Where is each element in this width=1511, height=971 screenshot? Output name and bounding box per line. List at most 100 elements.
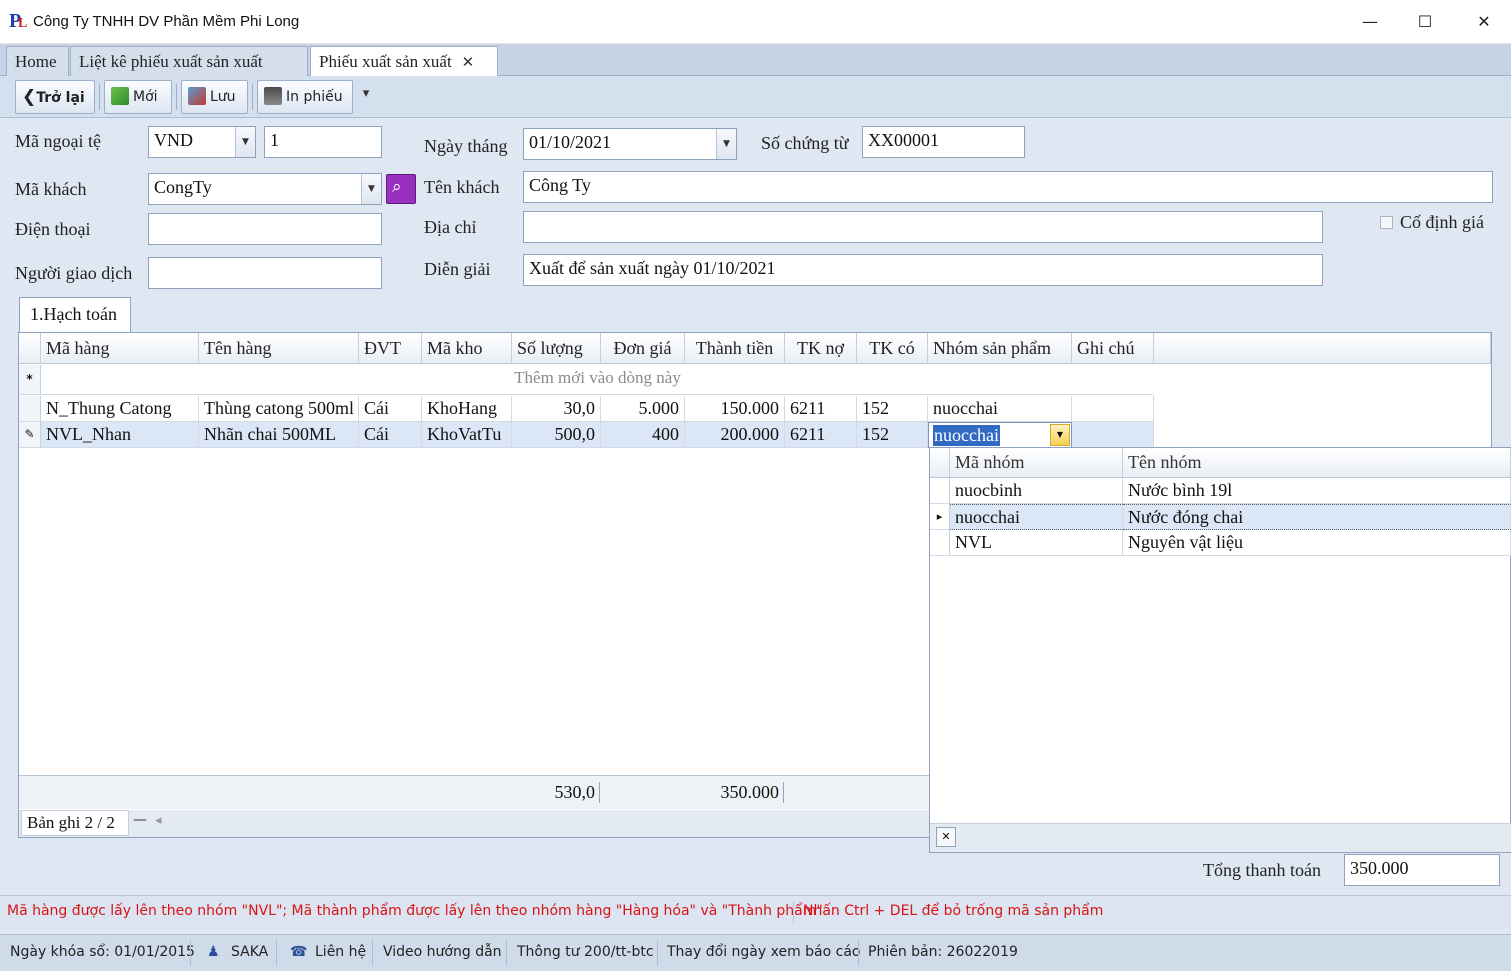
cell-credit-account[interactable]: 152: [857, 422, 928, 448]
customer-name-input[interactable]: Công Ty: [523, 171, 1493, 203]
save-button[interactable]: Lưu: [181, 80, 248, 114]
chevron-down-icon[interactable]: ▼: [1050, 424, 1070, 446]
column-header-quantity[interactable]: Số lượng: [512, 333, 601, 364]
cell-credit-account[interactable]: 152: [857, 396, 928, 422]
add-new-row[interactable]: Thêm mới vào dòng này: [41, 365, 1154, 395]
cell-unit-price[interactable]: 5.000: [601, 396, 685, 422]
back-label: Trở lại: [36, 90, 85, 106]
column-header-unit-price[interactable]: Đơn giá: [601, 333, 685, 364]
cell-amount[interactable]: 150.000: [685, 396, 785, 422]
column-header-debit-account[interactable]: TK nợ: [785, 333, 857, 364]
cell-unit[interactable]: Cái: [359, 396, 422, 422]
product-group-editor-value: nuocchai: [933, 425, 1000, 446]
tab-voucher-list[interactable]: Liệt kê phiếu xuất sản xuất: [70, 46, 308, 76]
cell-warehouse[interactable]: KhoHang: [422, 396, 512, 422]
back-button[interactable]: ❮Trở lại: [15, 80, 95, 114]
lookup-header-code[interactable]: Mã nhóm: [950, 448, 1123, 478]
lookup-close-icon[interactable]: ✕: [936, 827, 956, 847]
status-circular[interactable]: Thông tư 200/tt-btc: [517, 944, 654, 960]
column-header-item-code[interactable]: Mã hàng: [41, 333, 199, 364]
fixed-price-checkbox[interactable]: [1380, 216, 1393, 229]
column-header-unit[interactable]: ĐVT: [359, 333, 422, 364]
customer-dropdown-arrow[interactable]: ▼: [361, 174, 381, 204]
message-separator: [793, 901, 794, 923]
contact-person-input[interactable]: [148, 257, 382, 289]
lookup-cell-name[interactable]: Nước bình 19l: [1123, 478, 1511, 504]
cell-product-group[interactable]: nuocchai: [928, 396, 1072, 422]
new-button[interactable]: Mới: [104, 80, 172, 114]
customer-code-label: Mã khách: [15, 179, 87, 199]
column-header-product-group[interactable]: Nhóm sản phẩm: [928, 333, 1072, 364]
scroll-left-icon[interactable]: ◂: [155, 813, 162, 828]
description-input[interactable]: Xuất để sản xuất ngày 01/10/2021: [523, 254, 1323, 286]
lookup-row-indicator: [930, 478, 950, 504]
cell-item-name[interactable]: Nhãn chai 500ML: [199, 422, 359, 448]
tab-accounting[interactable]: 1.Hạch toán: [19, 297, 131, 332]
cell-item-code[interactable]: NVL_Nhan: [41, 422, 199, 448]
cell-quantity[interactable]: 500,0: [512, 422, 601, 448]
currency-dropdown-arrow[interactable]: ▼: [235, 127, 255, 157]
grand-total-value: 350.000: [1344, 854, 1500, 886]
tab-accounting-label: 1.Hạch toán: [30, 304, 117, 324]
printer-icon: [264, 87, 282, 105]
cell-amount[interactable]: 200.000: [685, 422, 785, 448]
lookup-cell-code[interactable]: nuocbinh: [950, 478, 1123, 504]
cell-item-name[interactable]: Thùng catong 500ml: [199, 396, 359, 422]
column-header-warehouse[interactable]: Mã kho: [422, 333, 512, 364]
customer-name-label: Tên khách: [424, 177, 500, 197]
voucher-number-input[interactable]: XX00001: [862, 126, 1025, 158]
lookup-cell-code[interactable]: nuocchai: [950, 504, 1123, 530]
column-header-amount[interactable]: Thành tiền: [685, 333, 785, 364]
row-edit-indicator[interactable]: ✎: [19, 422, 41, 448]
minimize-button[interactable]: —: [1356, 8, 1384, 36]
customer-search-button[interactable]: ⌕: [386, 174, 416, 204]
status-separator: [858, 940, 859, 966]
column-header-item-name[interactable]: Tên hàng: [199, 333, 359, 364]
grid-footer: [19, 775, 929, 809]
phone-input[interactable]: [148, 213, 382, 245]
close-window-button[interactable]: ✕: [1470, 8, 1498, 36]
chevron-left-icon: ❮: [22, 87, 37, 107]
cell-unit[interactable]: Cái: [359, 422, 422, 448]
status-separator: [657, 940, 658, 966]
status-user[interactable]: SAKA: [231, 944, 268, 960]
cell-note[interactable]: [1072, 422, 1154, 448]
lookup-cell-name[interactable]: Nước đóng chai: [1123, 504, 1511, 530]
total-amount: 350.000: [685, 782, 784, 803]
lookup-cell-name[interactable]: Nguyên vật liệu: [1123, 530, 1511, 556]
cell-debit-account[interactable]: 6211: [785, 422, 857, 448]
cell-note[interactable]: [1072, 396, 1154, 422]
print-button[interactable]: In phiếu: [257, 80, 353, 114]
tab-production-voucher[interactable]: Phiếu xuất sản xuất ✕: [310, 46, 498, 77]
tab-close-icon[interactable]: ✕: [462, 53, 475, 71]
date-picker[interactable]: 01/10/2021: [523, 128, 737, 160]
lookup-header-name[interactable]: Tên nhóm: [1123, 448, 1511, 478]
exchange-rate-input[interactable]: 1: [264, 126, 382, 158]
address-label: Địa chỉ: [424, 217, 477, 237]
status-video-guide[interactable]: Video hướng dẫn: [383, 944, 502, 960]
toolbar-more-dropdown[interactable]: ▾: [357, 86, 375, 108]
column-header-credit-account[interactable]: TK có: [857, 333, 928, 364]
address-input[interactable]: [523, 211, 1323, 243]
status-contact[interactable]: Liên hệ: [315, 944, 366, 960]
maximize-button[interactable]: ☐: [1411, 8, 1439, 36]
search-icon: ⌕: [392, 177, 402, 197]
cell-item-code[interactable]: N_Thung Catong: [41, 396, 199, 422]
cell-debit-account[interactable]: 6211: [785, 396, 857, 422]
print-label: In phiếu: [286, 89, 343, 105]
tab-label: Phiếu xuất sản xuất: [319, 52, 452, 71]
cell-quantity[interactable]: 30,0: [512, 396, 601, 422]
status-change-report-date[interactable]: Thay đổi ngày xem báo cáo: [667, 944, 860, 960]
row-indicator[interactable]: [19, 396, 41, 422]
fixed-price-label: Cố định giá: [1400, 212, 1484, 232]
column-header-note[interactable]: Ghi chú: [1072, 333, 1154, 364]
title-bar: PL Công Ty TNHH DV Phần Mềm Phi Long — ☐…: [0, 0, 1511, 44]
product-group-editor[interactable]: nuocchai ▼: [928, 422, 1072, 448]
cell-warehouse[interactable]: KhoVatTu: [422, 422, 512, 448]
tab-home[interactable]: Home: [6, 46, 69, 76]
date-dropdown-arrow[interactable]: ▼: [716, 129, 736, 159]
navigator-dash: —: [133, 812, 147, 828]
cell-unit-price[interactable]: 400: [601, 422, 685, 448]
customer-code-select[interactable]: CongTy: [148, 173, 382, 205]
lookup-cell-code[interactable]: NVL: [950, 530, 1123, 556]
